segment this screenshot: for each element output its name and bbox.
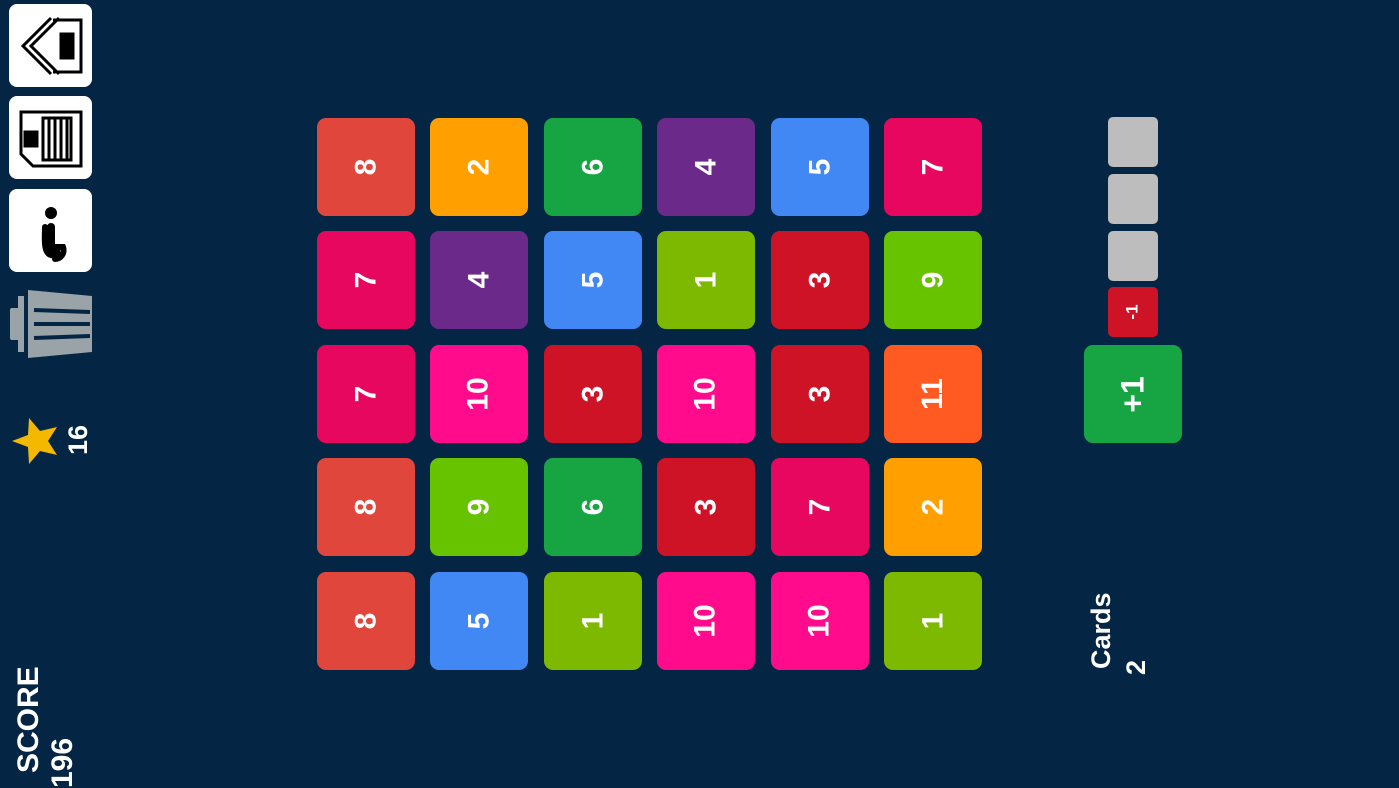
tile-value: 6: [576, 498, 609, 516]
tile[interactable]: 10: [771, 572, 869, 670]
tile-value: 7: [349, 385, 382, 403]
card-slot: [1108, 117, 1158, 167]
tile[interactable]: 8: [317, 572, 415, 670]
tile[interactable]: 2: [884, 458, 982, 556]
tile-value: 10: [803, 604, 836, 638]
tile[interactable]: 7: [884, 118, 982, 216]
home-back-icon: [20, 16, 82, 75]
tile[interactable]: 1: [884, 572, 982, 670]
tile-value: 1: [576, 612, 609, 630]
tile[interactable]: 5: [544, 231, 642, 329]
tile[interactable]: 3: [771, 345, 869, 443]
tile[interactable]: 2: [430, 118, 528, 216]
tile[interactable]: 4: [430, 231, 528, 329]
tile[interactable]: 5: [771, 118, 869, 216]
tile-value: 6: [576, 158, 609, 176]
tile-value: 4: [689, 158, 722, 176]
minus-one-card[interactable]: -1: [1108, 287, 1158, 337]
tile[interactable]: 10: [657, 345, 755, 443]
tile[interactable]: 1: [544, 572, 642, 670]
card-slot: [1108, 231, 1158, 281]
tile[interactable]: 10: [657, 572, 755, 670]
tile[interactable]: 7: [317, 231, 415, 329]
tile[interactable]: 8: [317, 118, 415, 216]
tile[interactable]: 7: [771, 458, 869, 556]
star-icon: [10, 416, 60, 466]
tile[interactable]: 6: [544, 118, 642, 216]
tile[interactable]: 11: [884, 345, 982, 443]
tile-value: 2: [462, 158, 495, 176]
tile-value: 3: [576, 385, 609, 403]
tile-value: 2: [916, 498, 949, 516]
tile-value: 7: [803, 498, 836, 516]
tile-value: 11: [916, 378, 949, 410]
tile[interactable]: 9: [884, 231, 982, 329]
tile-value: 5: [576, 271, 609, 289]
tile[interactable]: 9: [430, 458, 528, 556]
tile-value: 10: [689, 377, 722, 411]
tile[interactable]: 1: [657, 231, 755, 329]
tile-value: 3: [803, 385, 836, 403]
tile-value: 9: [462, 498, 495, 516]
tile-value: 7: [349, 271, 382, 289]
tile-value: 3: [689, 498, 722, 516]
tile-value: 9: [916, 271, 949, 289]
cards-count: 2: [1121, 659, 1151, 675]
tile[interactable]: 7: [317, 345, 415, 443]
info-icon: [41, 206, 66, 262]
tile-value: 8: [349, 612, 382, 630]
tile-value: 10: [689, 604, 722, 638]
plus-one-button[interactable]: +1: [1084, 345, 1182, 443]
save-disk-icon: [19, 110, 82, 167]
tile[interactable]: 4: [657, 118, 755, 216]
tile[interactable]: 8: [317, 458, 415, 556]
tile-value: 4: [462, 271, 495, 289]
tile[interactable]: 6: [544, 458, 642, 556]
score-value: 196: [46, 737, 79, 788]
tile-value: 8: [349, 498, 382, 516]
tile-value: 7: [916, 158, 949, 176]
info-button[interactable]: [9, 189, 92, 272]
tile-value: 5: [462, 612, 495, 630]
tile[interactable]: 3: [771, 231, 869, 329]
tile-value: 10: [462, 377, 495, 411]
score-label: SCORE: [12, 666, 45, 773]
tile-value: 5: [803, 158, 836, 176]
star-count: 16: [63, 424, 93, 455]
tile[interactable]: 5: [430, 572, 528, 670]
tile[interactable]: 10: [430, 345, 528, 443]
tile-value: 1: [916, 612, 949, 630]
tile[interactable]: 3: [544, 345, 642, 443]
minus-one-label: -1: [1123, 304, 1142, 320]
trash-icon: [10, 290, 92, 358]
tile-value: 3: [803, 271, 836, 289]
plus-one-label: +1: [1114, 375, 1151, 413]
home-button[interactable]: [9, 4, 92, 87]
tile-value: 1: [689, 271, 722, 289]
card-slot: [1108, 174, 1158, 224]
cards-label: Cards: [1086, 592, 1116, 669]
tile-value: 8: [349, 158, 382, 176]
tile[interactable]: 3: [657, 458, 755, 556]
trash-button[interactable]: [8, 286, 94, 362]
save-button[interactable]: [9, 96, 92, 179]
